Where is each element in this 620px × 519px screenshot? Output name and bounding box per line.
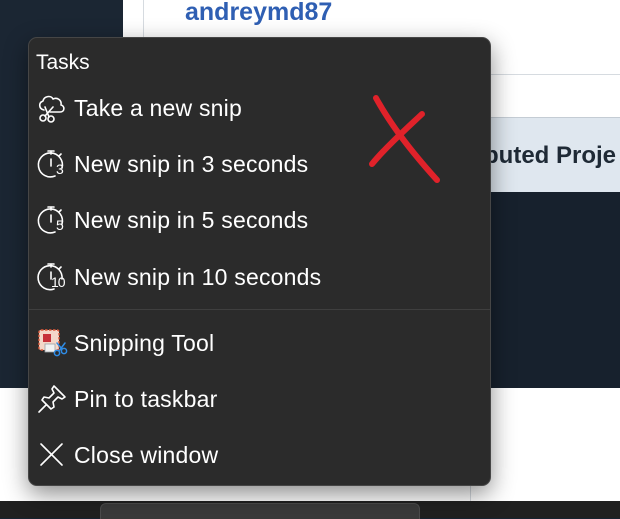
menu-item-label: Snipping Tool [74, 329, 215, 356]
menu-item-label: New snip in 10 seconds [74, 263, 322, 290]
menu-item-close-window[interactable]: Close window [29, 431, 490, 479]
username-link[interactable]: andreymd87 [185, 0, 332, 27]
pin-icon [35, 382, 69, 416]
menu-item-snip-10-seconds[interactable]: 10 New snip in 10 seconds [29, 253, 490, 301]
menu-item-label: New snip in 5 seconds [74, 206, 309, 233]
snip-icon [35, 91, 69, 125]
menu-item-snip-5-seconds[interactable]: 5 New snip in 5 seconds [29, 196, 490, 244]
menu-item-snipping-tool[interactable]: Snipping Tool [29, 319, 490, 367]
section-title-tasks: Tasks [36, 51, 90, 74]
menu-item-label: Pin to taskbar [74, 385, 218, 412]
menu-separator [29, 309, 490, 310]
project-header-text: buted Proje [484, 142, 617, 169]
red-x-annotation-icon [369, 95, 440, 183]
timer-digit: 5 [56, 217, 64, 233]
taskbar-app-button[interactable] [100, 503, 420, 519]
menu-item-label: New snip in 3 seconds [74, 150, 309, 177]
menu-item-label: Close window [74, 441, 219, 468]
timer-digit: 3 [56, 161, 64, 177]
snipping-tool-app-icon [35, 326, 69, 360]
menu-item-pin-to-taskbar[interactable]: Pin to taskbar [29, 375, 490, 423]
timer-digit: 10 [51, 274, 66, 290]
close-icon [35, 438, 69, 472]
menu-item-label: Take a new snip [74, 94, 242, 121]
